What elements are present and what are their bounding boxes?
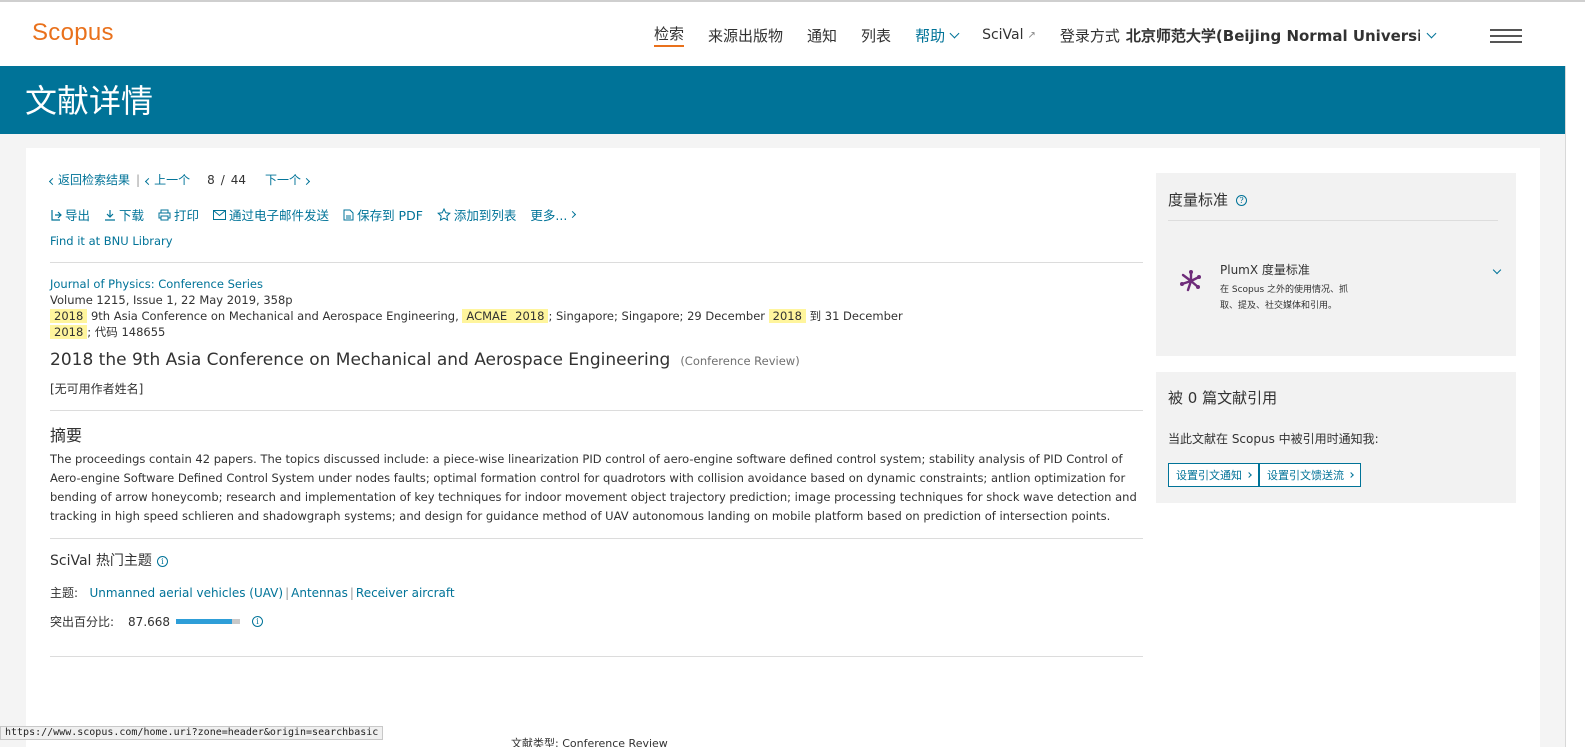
topic-link[interactable]: Antennas [291,586,348,600]
next-link[interactable]: 下一个 [265,171,311,188]
highlight-year: 2018 [50,325,88,339]
nav-scival-label: SciVal [982,27,1024,43]
topic-row: 主题: Unmanned aerial vehicles (UAV) | Anten… [50,586,455,600]
topic-link[interactable]: Receiver aircraft [356,586,455,600]
citation-alert-note: 当此文献在 Scopus 中被引用时通知我: [1168,432,1379,446]
prominence-row: 突出百分比: 87.668 i [50,613,264,630]
pdf-icon [343,209,354,220]
result-pager: 返回检索结果 | 上一个 8/44 下一个 [48,171,311,188]
conference-location: ; Singapore; Singapore; 29 December [548,309,765,323]
divider [50,410,1143,411]
save-pdf-button[interactable]: 保存到 PDF [343,205,423,224]
export-icon [51,209,62,221]
browser-status-url: https://www.scopus.com/home.uri?zone=hea… [0,726,384,740]
chevron-right-icon [1246,472,1252,478]
divider [50,262,1143,263]
plumx-icon [1180,270,1201,292]
highlight-year: 2018 [768,309,806,323]
scrollbar-track[interactable] [1565,66,1585,747]
journal-link[interactable]: Journal of Physics: Conference Series [50,276,920,292]
print-icon [158,209,171,220]
nav-sources[interactable]: 来源出版物 [708,25,783,46]
scopus-logo[interactable]: Scopus [32,19,114,47]
scival-topics-heading: SciVal 热门主题 i [50,550,168,570]
divider [50,656,1143,657]
authors: [无可用作者姓名] [50,382,144,396]
add-to-list-button[interactable]: 添加到列表 [436,205,516,224]
conference-code: ; 代码 148655 [87,325,166,339]
highlight-acronym: ACMAE [462,309,512,323]
info-icon[interactable]: i [252,616,264,627]
document-title: 2018 the 9th Asia Conference on Mechanic… [50,350,800,370]
topic-link[interactable]: Unmanned aerial vehicles (UAV) [90,586,284,600]
highlight-year: 2018 [50,309,88,323]
back-to-results-link[interactable]: 返回检索结果 [48,171,130,188]
external-link-icon: ↗ [1027,29,1036,41]
page-title-band: 文献详情 [0,66,1565,134]
set-citation-feed-button[interactable]: 设置引文馈送流 [1259,463,1361,487]
document-actions: 导出 下载 打印 通过电子邮件发送 保存到 PDF 添加到列表 更多... [50,205,589,224]
document-type: (Conference Review) [680,354,800,368]
prominence-bar [176,619,241,624]
nav-alerts[interactable]: 通知 [807,25,837,46]
citations-card: 被 0 篇文献引用 当此文献在 Scopus 中被引用时通知我: 设置引文通知 … [1156,372,1516,503]
conference-end: 到 31 December [809,309,903,323]
document-type-row: 文献类型: Conference Review [511,737,668,747]
metrics-heading: 度量标准? [1168,189,1248,210]
prominence-value: 87.668 [128,614,171,629]
download-button[interactable]: 下载 [104,205,144,224]
print-button[interactable]: 打印 [158,205,199,224]
result-position: 8/44 [207,172,247,187]
chevron-down-icon [949,28,960,38]
separator: | [136,172,141,187]
help-icon[interactable]: ? [1236,195,1248,206]
highlight-year: 2018 [511,309,549,323]
nav-search[interactable]: 检索 [654,23,685,47]
previous-link[interactable]: 上一个 [145,171,190,188]
citations-heading: 被 0 篇文献引用 [1168,389,1278,407]
source-info: Journal of Physics: Conference Series Vo… [50,276,920,340]
plumx-title[interactable]: PlumX 度量标准 [1220,261,1310,278]
main-nav: 检索 来源出版物 通知 列表 帮助 SciVal ↗ 登录方式 北京师范大学(B… [654,23,1437,47]
login-label: 登录方式 [1059,26,1120,45]
email-button[interactable]: 通过电子邮件发送 [213,205,329,224]
top-header: Scopus 检索 来源出版物 通知 列表 帮助 SciVal ↗ 登录方式 北… [0,0,1585,66]
download-icon [105,209,116,221]
metrics-card: 度量标准? PlumX 度量标准 在 Scopus 之外的使用情况、抓取、提及、… [1156,173,1516,356]
volume-info: Volume 1215, Issue 1, 22 May 2019, 358p [50,293,293,307]
star-icon [436,208,451,221]
plumx-description: 在 Scopus 之外的使用情况、抓取、提及、社交媒体和引用。 [1220,285,1348,311]
chevron-down-icon[interactable] [1426,28,1437,38]
chevron-right-icon [569,210,577,219]
info-icon[interactable]: i [156,555,168,567]
nav-lists[interactable]: 列表 [861,25,891,46]
chevron-left-icon [145,177,153,186]
prominence-bar-fill [176,619,233,624]
prominence-label: 突出百分比: [50,615,115,629]
page-title: 文献详情 [25,82,154,120]
chevron-left-icon [48,177,57,186]
document-title-text: 2018 the 9th Asia Conference on Mechanic… [50,350,671,370]
divider [1168,220,1498,221]
nav-scival[interactable]: SciVal ↗ [982,27,1036,43]
institution-name[interactable]: 北京师范大学(Beijing Normal Universi [1126,25,1420,46]
conference-name: 9th Asia Conference on Mechanical and Ae… [90,309,459,323]
menu-icon[interactable] [1490,29,1522,43]
abstract-heading: 摘要 [50,426,83,445]
document-panel: 返回检索结果 | 上一个 8/44 下一个 导出 下载 打印 通过电子邮件发送 … [26,148,1540,747]
divider [50,538,1143,539]
bnu-library-link[interactable]: Find it at BNU Library [50,234,173,248]
topic-label: 主题: [50,586,79,600]
nav-help-label: 帮助 [915,26,946,45]
abstract-text: The proceedings contain 42 papers. The t… [50,452,1137,523]
chevron-down-icon[interactable] [1492,265,1502,275]
email-icon [213,209,227,220]
more-button[interactable]: 更多... [530,205,577,224]
export-button[interactable]: 导出 [50,205,90,224]
chevron-right-icon [1348,472,1354,478]
set-citation-alert-button[interactable]: 设置引文通知 [1168,463,1259,487]
nav-help[interactable]: 帮助 [915,25,960,46]
chevron-right-icon [303,177,311,186]
conference-info: 2018 9th Asia Conference on Mechanical a… [50,308,920,340]
